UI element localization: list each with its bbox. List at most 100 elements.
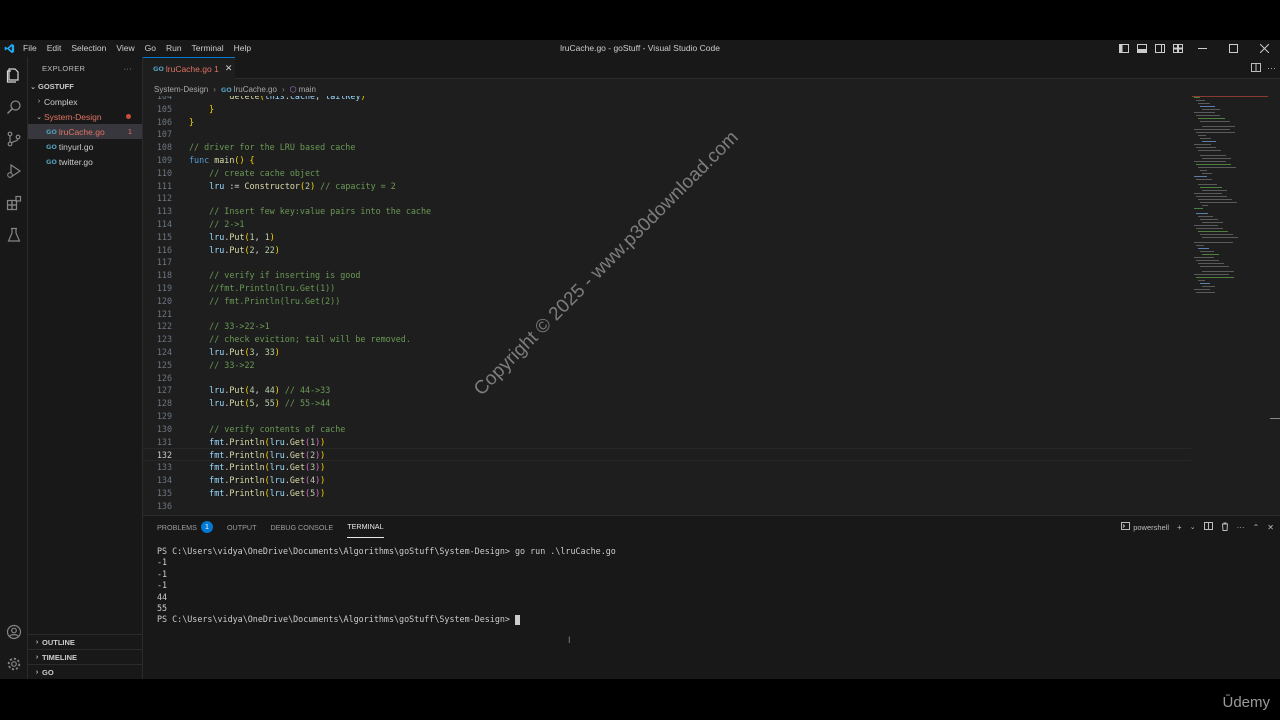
vscode-logo-icon [0,40,18,57]
section-go[interactable]: › GO [28,664,143,679]
section-outline[interactable]: › OUTLINE [28,634,143,649]
workspace-root[interactable]: ⌄ GOSTUFF [28,79,142,94]
source-control-icon[interactable] [0,124,28,154]
code-line[interactable]: 134 fmt.Println(lru.Get(4)) [143,474,1191,487]
extensions-icon[interactable] [0,188,28,218]
folder-system-design[interactable]: ⌄ System-Design [28,109,142,124]
code-line[interactable]: 104 delete(this.cache, tailKey) [143,96,1191,103]
trash-icon[interactable] [1221,522,1229,533]
code-line[interactable]: 121 [143,308,1191,321]
minimap-line [1200,170,1207,171]
code-line[interactable]: 114 // 2->1 [143,218,1191,231]
tab-problems[interactable]: PROBLEMS 1 [157,516,213,538]
code-line[interactable]: 131 fmt.Println(lru.Get(1)) [143,436,1191,449]
code-line[interactable]: 119 //fmt.Println(lru.Get(1)) [143,282,1191,295]
maximize-panel-icon[interactable]: ⌃ [1253,523,1260,532]
run-debug-icon[interactable] [0,156,28,186]
minimize-icon[interactable] [1187,40,1218,57]
go-file-icon: GO [220,85,232,94]
toggle-sidebar-icon[interactable] [1115,40,1133,57]
file-twitter[interactable]: GO twitter.go [28,154,142,169]
code-line[interactable]: 123 // check eviction; tail will be remo… [143,333,1191,346]
more-actions-icon[interactable]: ··· [1237,523,1245,532]
line-text: fmt.Println(lru.Get(1)) [209,436,326,447]
more-actions-icon[interactable]: ··· [124,64,132,73]
code-line[interactable]: 126 [143,372,1191,385]
toggle-panel-icon[interactable] [1133,40,1151,57]
terminal-prompt[interactable]: PS C:\Users\vidya\OneDrive\Documents\Alg… [157,614,616,625]
section-timeline[interactable]: › TIMELINE [28,649,143,664]
split-terminal-icon[interactable] [1203,522,1213,532]
tab-output[interactable]: OUTPUT [227,516,257,538]
file-lrucache[interactable]: GO lruCache.go 1 [28,124,142,139]
code-line[interactable]: 124 lru.Put(3, 33) [143,346,1191,359]
breadcrumb-folder[interactable]: System-Design [154,85,208,94]
menu-item-view[interactable]: View [111,40,139,57]
code-line[interactable]: 110 // create cache object [143,167,1191,180]
menu-item-file[interactable]: File [18,40,42,57]
code-line[interactable]: 135 fmt.Println(lru.Get(5)) [143,487,1191,500]
line-number: 115 [156,231,172,242]
chevron-down-icon[interactable]: ⌄ [1190,523,1196,531]
testing-icon[interactable] [0,220,28,250]
minimap[interactable] [1190,96,1270,513]
code-line[interactable]: 116 lru.Put(2, 22) [143,244,1191,257]
split-editor-icon[interactable] [1251,62,1261,74]
more-actions-icon[interactable]: ··· [1267,63,1276,73]
code-line[interactable]: 120 // fmt.Println(lru.Get(2)) [143,295,1191,308]
account-icon[interactable] [0,617,28,647]
menu-item-go[interactable]: Go [140,40,161,57]
close-window-icon[interactable] [1249,40,1280,57]
close-icon[interactable]: ✕ [225,63,233,74]
code-line[interactable]: 108 // driver for the LRU based cache [143,141,1191,154]
search-icon[interactable] [0,92,28,122]
code-editor[interactable]: 104 delete(this.cache, tailKey) 105 } 106}… [143,96,1191,513]
code-line[interactable]: 122 // 33->22->1 [143,320,1191,333]
menu-item-run[interactable]: Run [161,40,187,57]
minimap-line [1198,216,1213,217]
code-line[interactable]: 127 lru.Put(4, 44) // 44->33 [143,384,1191,397]
explorer-header: EXPLORER ··· [28,57,142,79]
customize-layout-icon[interactable] [1169,40,1187,57]
line-number: 135 [156,487,172,498]
menu-item-help[interactable]: Help [229,40,256,57]
code-line[interactable]: 106} [143,116,1191,129]
code-line[interactable]: 128 lru.Put(5, 55) // 55->44 [143,397,1191,410]
code-line[interactable]: 136 [143,500,1191,513]
code-line[interactable]: 107 [143,128,1191,141]
toggle-secondary-sidebar-icon[interactable] [1151,40,1169,57]
breadcrumb-file[interactable]: lruCache.go [234,85,277,94]
menu-item-selection[interactable]: Selection [66,40,111,57]
folder-complex[interactable]: › Complex [28,94,142,109]
code-line[interactable]: 132 fmt.Println(lru.Get(2)) [143,448,1191,462]
code-line[interactable]: 133 fmt.Println(lru.Get(3)) [143,461,1191,474]
settings-gear-icon[interactable] [0,649,28,679]
go-file-icon: GO [46,157,57,166]
maximize-icon[interactable] [1218,40,1249,57]
terminal-shell-selector[interactable]: powershell [1121,522,1169,532]
close-panel-icon[interactable]: ✕ [1267,523,1274,532]
code-line[interactable]: 105 } [143,103,1191,116]
code-line[interactable]: 129 [143,410,1191,423]
code-line[interactable]: 130 // verify contents of cache [143,423,1191,436]
code-line[interactable]: 115 lru.Put(1, 1) [143,231,1191,244]
tab-error-badge: 1 [214,63,219,74]
minimap-line [1194,274,1229,275]
breadcrumb-symbol[interactable]: main [299,85,316,94]
code-line[interactable]: 118 // verify if inserting is good [143,269,1191,282]
menu-item-terminal[interactable]: Terminal [187,40,229,57]
minimap-line [1196,147,1216,148]
line-text: fmt.Println(lru.Get(3)) [209,462,326,473]
tab-debug-console[interactable]: DEBUG CONSOLE [271,516,334,538]
tab-terminal[interactable]: TERMINAL [347,516,384,538]
terminal-output[interactable]: PS C:\Users\vidya\OneDrive\Documents\Alg… [157,546,616,626]
menu-item-edit[interactable]: Edit [42,40,67,57]
explorer-icon[interactable] [0,60,28,90]
code-line[interactable]: 125 // 33->22 [143,359,1191,372]
code-line[interactable]: 109 func main() { [143,154,1191,167]
file-tinyurl[interactable]: GO tinyurl.go [28,139,142,154]
scrollbar-marker[interactable] [1270,418,1280,419]
new-terminal-icon[interactable]: + [1177,523,1182,532]
code-line[interactable]: 117 [143,256,1191,269]
tab-lrucache[interactable]: GO lruCache.go 1 ✕ [143,57,235,79]
